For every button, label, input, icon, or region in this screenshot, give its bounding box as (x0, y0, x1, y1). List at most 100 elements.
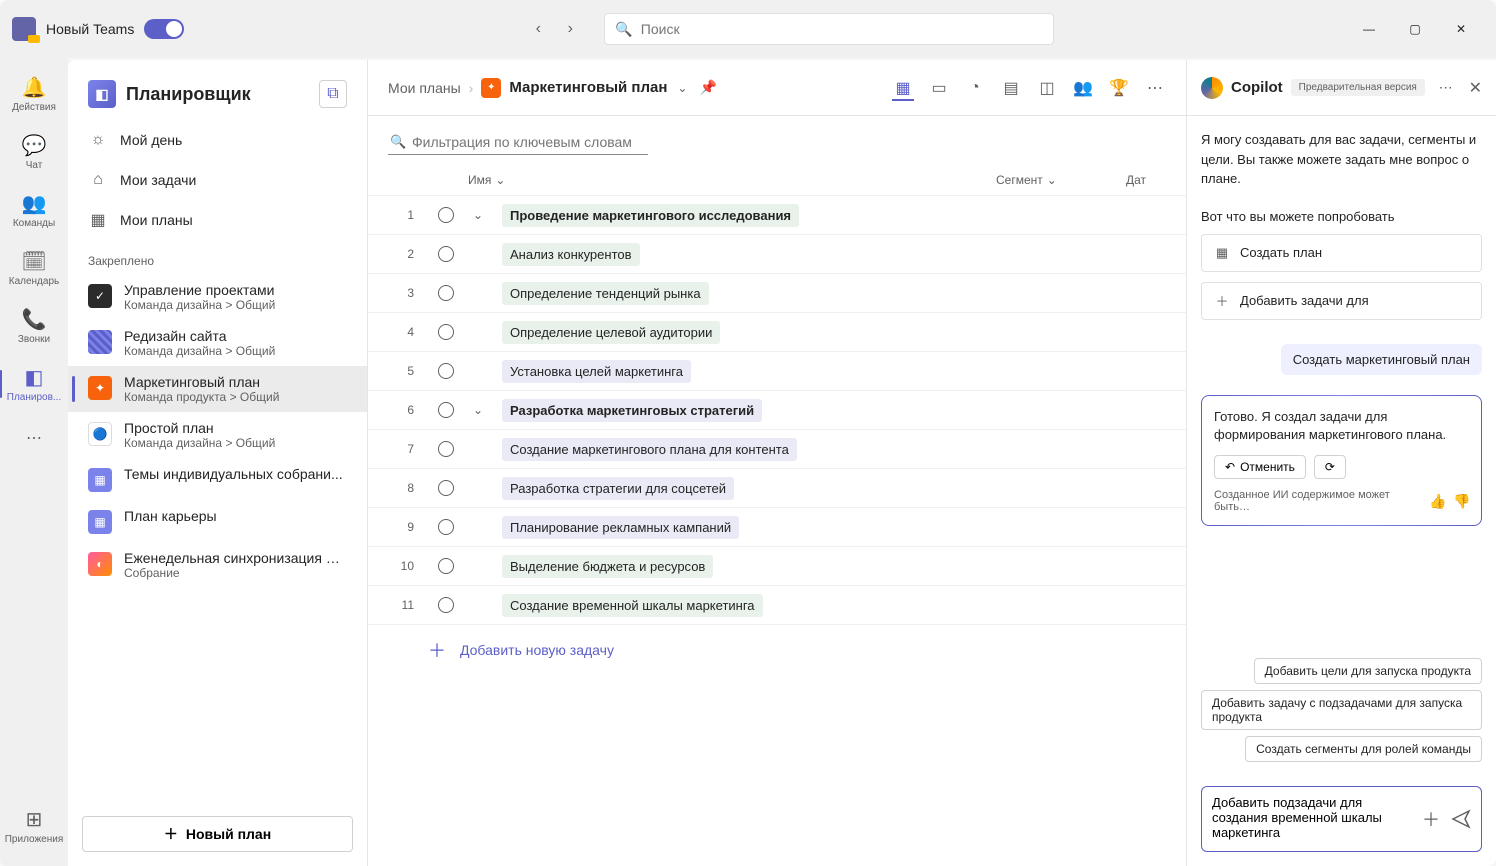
task-row[interactable]: 8 Разработка стратегии для соцсетей (368, 469, 1186, 508)
close-window-button[interactable]: ✕ (1438, 13, 1484, 45)
nav-back-button[interactable]: ‹ (524, 15, 552, 43)
task-name: Определение тенденций рынка (502, 282, 709, 305)
pin-icon[interactable]: 📌 (699, 79, 716, 96)
thumbs-up-button[interactable]: 👍 (1429, 493, 1445, 509)
rail-planner[interactable]: ◧ Планиров... (0, 356, 68, 412)
rail-chat[interactable]: 💬 Чат (0, 124, 68, 180)
copilot-card-create-plan[interactable]: ▦ Создать план (1201, 234, 1482, 272)
search-box[interactable]: 🔍 (604, 13, 1054, 45)
minimize-button[interactable]: — (1346, 13, 1392, 45)
sidebar-my-day[interactable]: ☼ Мой день (68, 120, 367, 160)
task-row[interactable]: 3 Определение тенденций рынка (368, 274, 1186, 313)
suggestion-chip[interactable]: Создать сегменты для ролей команды (1245, 736, 1482, 762)
column-date-header[interactable]: Дат (1126, 173, 1166, 187)
task-checkbox[interactable] (438, 558, 454, 574)
copilot-textarea[interactable] (1212, 795, 1413, 843)
search-icon: 🔍 (615, 21, 632, 38)
suggestion-chip[interactable]: Добавить задачу с подзадачами для запуск… (1201, 690, 1482, 730)
regenerate-button[interactable]: ⟳ (1314, 455, 1346, 479)
task-checkbox[interactable] (438, 363, 454, 379)
copilot-input-box[interactable]: ＋ (1201, 786, 1482, 852)
task-checkbox[interactable] (438, 285, 454, 301)
thumbs-down-button[interactable]: 👎 (1453, 493, 1469, 509)
more-views-button[interactable]: ⋯ (1144, 77, 1166, 99)
task-row[interactable]: 4 Определение целевой аудитории (368, 313, 1186, 352)
sidebar-my-plans[interactable]: ▦ Мои планы (68, 200, 367, 240)
rail-apps[interactable]: ⊞ Приложения (0, 798, 68, 854)
chevron-down-icon: ⌄ (495, 173, 505, 187)
view-board-button[interactable]: ▭ (928, 77, 950, 99)
copilot-card-add-tasks[interactable]: ＋ Добавить задачи для (1201, 282, 1482, 320)
task-checkbox[interactable] (438, 597, 454, 613)
plan-sub: Команда дизайна > Общий (124, 298, 275, 312)
search-input[interactable] (641, 21, 1044, 37)
view-timeline-button[interactable]: ◔ (964, 77, 986, 99)
task-number: 1 (388, 208, 414, 222)
plan-item[interactable]: ✦ Маркетинговый план Команда продукта > … (68, 366, 367, 412)
view-goals-button[interactable]: 🏆 (1108, 77, 1130, 99)
task-number: 3 (388, 286, 414, 300)
plan-item[interactable]: ◐ Еженедельная синхронизация ди... Собра… (68, 542, 367, 588)
maximize-button[interactable]: ▢ (1392, 13, 1438, 45)
task-number: 5 (388, 364, 414, 378)
task-checkbox[interactable] (438, 480, 454, 496)
rail-calendar[interactable]: 🗓 Календарь (0, 240, 68, 296)
column-name-header[interactable]: Имя ⌄ (428, 173, 858, 187)
rail-calls[interactable]: 📞 Звонки (0, 298, 68, 354)
plan-item[interactable]: ▦ План карьеры (68, 500, 367, 542)
copilot-more-button[interactable]: ⋯ (1439, 79, 1453, 96)
plan-item[interactable]: ✓ Управление проектами Команда дизайна >… (68, 274, 367, 320)
rail-teams[interactable]: 👥 Команды (0, 182, 68, 238)
task-name: Разработка маркетинговых стратегий (502, 399, 762, 422)
plan-item[interactable]: ▦ Темы индивидуальных собрани... (68, 458, 367, 500)
suggestion-chip[interactable]: Добавить цели для запуска продукта (1254, 658, 1482, 684)
expand-icon[interactable]: ⌄ (470, 403, 486, 417)
sidebar-item-label: Мой день (120, 132, 182, 148)
new-teams-toggle[interactable] (144, 19, 184, 39)
rail-more[interactable]: ⋯ (26, 422, 42, 454)
chevron-down-icon[interactable]: ⌄ (677, 81, 687, 95)
pin-sidebar-button[interactable]: ⧉ (319, 80, 347, 108)
task-row[interactable]: 2 Анализ конкурентов (368, 235, 1186, 274)
app-rail: 🔔 Действия 💬 Чат 👥 Команды 🗓 Календарь 📞… (0, 58, 68, 866)
sidebar-item-label: Мои задачи (120, 172, 196, 188)
task-row[interactable]: 10 Выделение бюджета и ресурсов (368, 547, 1186, 586)
content: Мои планы › ✦ Маркетинговый план ⌄ 📌 ▦ ▭… (368, 60, 1186, 866)
copilot-close-button[interactable]: ✕ (1469, 78, 1482, 98)
undo-button[interactable]: ↶ Отменить (1214, 455, 1306, 479)
task-row[interactable]: 11 Создание временной шкалы маркетинга (368, 586, 1186, 625)
task-row[interactable]: 5 Установка целей маркетинга (368, 352, 1186, 391)
task-row[interactable]: 1 ⌄ Проведение маркетингового исследован… (368, 196, 1186, 235)
task-checkbox[interactable] (438, 519, 454, 535)
rail-activity[interactable]: 🔔 Действия (0, 66, 68, 122)
task-checkbox[interactable] (438, 441, 454, 457)
add-task-button[interactable]: ＋ Добавить новую задачу (368, 625, 1186, 675)
attach-button[interactable]: ＋ (1421, 809, 1441, 829)
task-row[interactable]: 6 ⌄ Разработка маркетинговых стратегий (368, 391, 1186, 430)
view-schedule-button[interactable]: ▤ (1000, 77, 1022, 99)
sidebar-my-tasks[interactable]: ⌂ Мои задачи (68, 160, 367, 200)
plan-sub: Команда дизайна > Общий (124, 344, 275, 358)
task-checkbox[interactable] (438, 402, 454, 418)
column-segment-header[interactable]: Сегмент ⌄ (996, 173, 1096, 187)
view-charts-button[interactable]: ◫ (1036, 77, 1058, 99)
task-checkbox[interactable] (438, 207, 454, 223)
task-checkbox[interactable] (438, 246, 454, 262)
card-label: Добавить задачи для (1240, 293, 1369, 308)
task-checkbox[interactable] (438, 324, 454, 340)
plan-item[interactable]: Редизайн сайта Команда дизайна > Общий (68, 320, 367, 366)
expand-icon[interactable]: ⌄ (470, 208, 486, 222)
plan-item[interactable]: 🔵 Простой план Команда дизайна > Общий (68, 412, 367, 458)
send-button[interactable] (1451, 809, 1471, 829)
rail-label: Календарь (9, 276, 59, 287)
view-grid-button[interactable]: ▦ (892, 79, 914, 101)
new-plan-button[interactable]: ＋ Новый план (82, 816, 353, 852)
task-row[interactable]: 9 Планирование рекламных кампаний (368, 508, 1186, 547)
view-people-button[interactable]: 👥 (1072, 77, 1094, 99)
nav-forward-button[interactable]: › (556, 15, 584, 43)
copilot-try-label: Вот что вы можете попробовать (1201, 209, 1482, 224)
breadcrumb-parent[interactable]: Мои планы (388, 80, 461, 96)
filter-input[interactable] (388, 130, 648, 155)
task-row[interactable]: 7 Создание маркетингового плана для конт… (368, 430, 1186, 469)
titlebar: Новый Teams ‹ › 🔍 — ▢ ✕ (0, 0, 1496, 58)
